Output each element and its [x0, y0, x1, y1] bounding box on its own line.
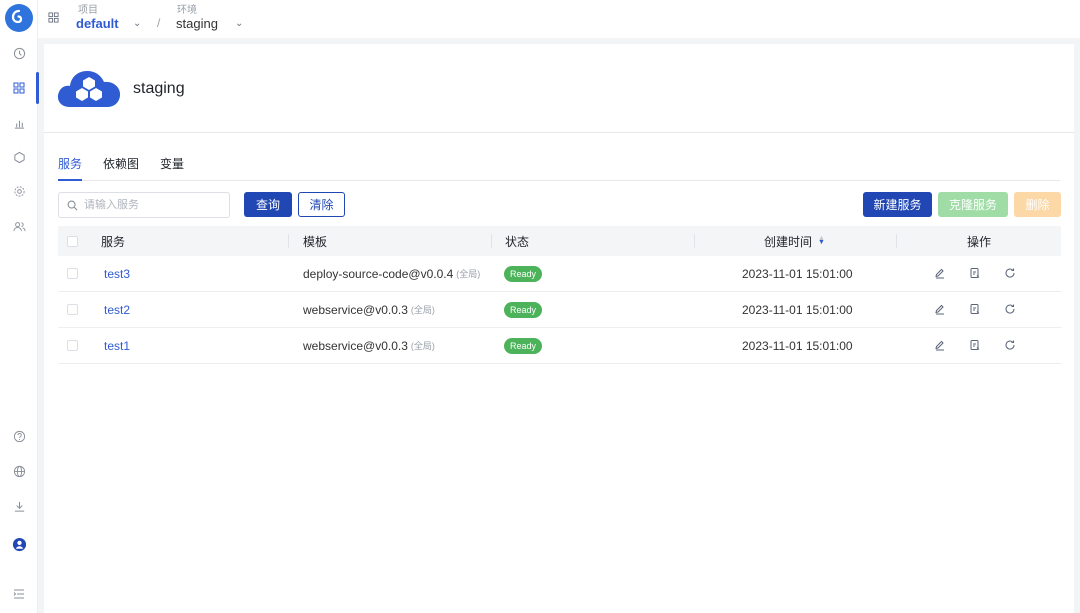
restart-icon[interactable] — [1004, 267, 1018, 281]
tab-services[interactable]: 服务 — [58, 155, 83, 181]
collapse-sidebar-icon[interactable] — [0, 582, 38, 606]
search-box — [58, 192, 230, 218]
query-button[interactable]: 查询 — [244, 192, 292, 217]
page-title: staging — [133, 80, 185, 97]
edit-icon[interactable] — [934, 339, 948, 353]
app-grid-icon[interactable] — [48, 10, 62, 24]
template-name: webservice@v0.0.3 — [303, 338, 408, 353]
env-header: staging — [44, 44, 1074, 133]
project-select[interactable]: default — [76, 16, 119, 31]
tab-bar: 服务 依赖图 变量 — [58, 155, 1060, 181]
template-name: webservice@v0.0.3 — [303, 302, 408, 317]
delete-button[interactable]: 删除 — [1014, 192, 1061, 217]
column-header-template: 模板 — [303, 234, 328, 249]
chevron-down-icon[interactable]: ⌄ — [235, 18, 243, 29]
breadcrumb-separator: / — [157, 16, 161, 30]
select-all-checkbox[interactable] — [67, 235, 78, 247]
service-link[interactable]: test3 — [104, 256, 130, 291]
table-row: test1 webservice@v0.0.3 (全局) Ready 2023-1… — [58, 328, 1061, 364]
env-caption: 环境 — [177, 5, 197, 16]
status-badge: Ready — [504, 265, 543, 282]
edit-icon[interactable] — [934, 303, 948, 317]
project-caption: 项目 — [78, 5, 98, 16]
status-badge: Ready — [504, 301, 543, 318]
created-time: 2023-11-01 15:01:00 — [742, 266, 853, 281]
dashboard-icon[interactable] — [0, 41, 38, 65]
clear-button[interactable]: 清除 — [298, 192, 345, 217]
help-icon[interactable] — [0, 424, 38, 448]
column-header-service: 服务 — [101, 234, 126, 249]
template-name: deploy-source-code@v0.0.4 — [303, 266, 454, 281]
table-header: 服务 模板 状态 创建时间 ▲ ▼ 操作 — [58, 226, 1061, 256]
column-header-actions: 操作 — [967, 234, 992, 249]
chart-icon[interactable] — [0, 111, 38, 135]
tab-variables[interactable]: 变量 — [160, 155, 184, 180]
env-cloud-icon — [57, 71, 121, 107]
download-icon[interactable] — [0, 494, 38, 518]
table-row: test2 webservice@v0.0.3 (全局) Ready 2023-1… — [58, 292, 1061, 328]
new-service-button[interactable]: 新建服务 — [863, 192, 932, 217]
services-table: 服务 模板 状态 创建时间 ▲ ▼ 操作 test3 deploy-source-… — [58, 226, 1061, 364]
restart-icon[interactable] — [1004, 339, 1018, 353]
globe-icon[interactable] — [0, 459, 38, 483]
deploy-icon[interactable] — [969, 267, 983, 281]
sort-icon[interactable]: ▲ ▼ — [818, 235, 825, 246]
service-link[interactable]: test2 — [104, 292, 130, 327]
search-icon — [67, 200, 78, 210]
clone-service-button[interactable]: 克隆服务 — [938, 192, 1008, 217]
users-icon[interactable] — [0, 214, 38, 238]
service-link[interactable]: test1 — [104, 328, 130, 363]
main-panel: staging 服务 依赖图 变量 查询 清除 新建服务 克隆服务 删除 服务 … — [44, 44, 1074, 613]
deploy-icon[interactable] — [969, 339, 983, 353]
row-checkbox[interactable] — [67, 304, 78, 315]
tab-dependency-graph[interactable]: 依赖图 — [103, 155, 139, 180]
row-checkbox[interactable] — [67, 268, 78, 279]
template-scope: (全局) — [456, 269, 481, 279]
column-header-created[interactable]: 创建时间 ▲ ▼ — [764, 226, 825, 256]
created-time: 2023-11-01 15:01:00 — [742, 302, 853, 317]
row-checkbox[interactable] — [67, 340, 78, 351]
table-row: test3 deploy-source-code@v0.0.4 (全局) Read… — [58, 256, 1061, 292]
top-bar: 项目 default ⌄ / 环境 staging ⌄ — [38, 0, 1080, 38]
restart-icon[interactable] — [1004, 303, 1018, 317]
column-header-status: 状态 — [505, 234, 530, 249]
env-select[interactable]: staging — [176, 16, 218, 31]
settings-icon[interactable] — [0, 179, 38, 203]
created-header-label: 创建时间 — [764, 234, 813, 249]
created-time: 2023-11-01 15:01:00 — [742, 338, 853, 353]
avatar-icon[interactable] — [0, 532, 38, 556]
template-scope: (全局) — [410, 305, 435, 315]
template-scope: (全局) — [410, 341, 435, 351]
search-input[interactable] — [84, 199, 224, 211]
chevron-down-icon[interactable]: ⌄ — [133, 18, 141, 29]
environments-icon[interactable] — [0, 72, 39, 104]
status-badge: Ready — [504, 337, 543, 354]
cluster-icon[interactable] — [0, 145, 38, 169]
deploy-icon[interactable] — [969, 303, 983, 317]
sidebar — [0, 0, 39, 613]
edit-icon[interactable] — [934, 267, 948, 281]
app-logo[interactable] — [5, 4, 33, 32]
